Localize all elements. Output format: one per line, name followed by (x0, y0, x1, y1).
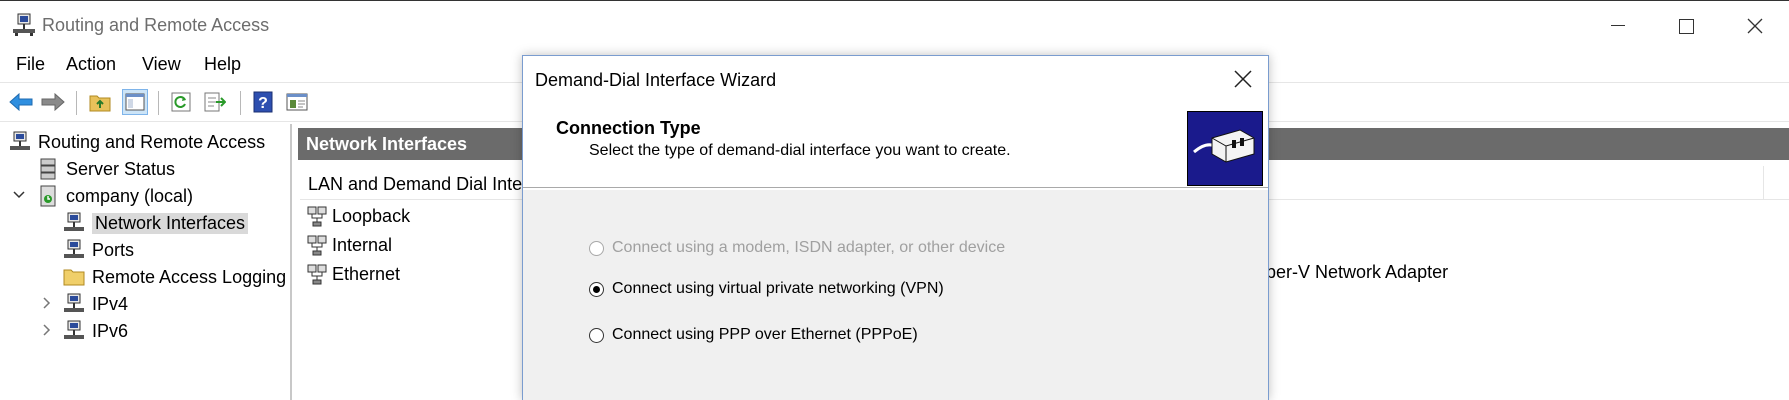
rras-app-icon (12, 13, 36, 37)
chevron-right-icon[interactable] (40, 296, 54, 310)
help-icon[interactable]: ? (250, 89, 276, 115)
console-tree: Routing and Remote Access Server Status … (0, 124, 292, 400)
network-interface-icon (307, 206, 327, 227)
folder-icon (62, 265, 86, 289)
network-interface-icon (307, 235, 327, 256)
network-interface-icon (307, 264, 327, 285)
menu-help[interactable]: Help (204, 54, 241, 75)
console-icon[interactable] (284, 89, 310, 115)
maximize-button[interactable] (1656, 9, 1716, 43)
tree-item-ipv6[interactable]: IPv6 (62, 319, 128, 343)
back-icon[interactable] (8, 89, 34, 115)
tree-item-network-interfaces[interactable]: Network Interfaces (62, 211, 249, 235)
wizard-header-divider (523, 187, 1268, 189)
ports-icon (62, 238, 86, 262)
list-item[interactable]: Internal (306, 233, 392, 257)
interface-name: Loopback (332, 205, 411, 226)
refresh-icon[interactable] (168, 89, 194, 115)
radio-modem-option[interactable]: Connect using a modem, ISDN adapter, or … (589, 239, 1005, 257)
radio-pppoe-option[interactable]: Connect using PPP over Ethernet (PPPoE) (589, 326, 918, 344)
rras-server-icon (8, 130, 32, 154)
wizard-body: Connect using a modem, ISDN adapter, or … (523, 190, 1268, 400)
svg-text:?: ? (258, 95, 268, 112)
column-divider[interactable] (1763, 166, 1764, 200)
server-status-icon (36, 157, 60, 181)
minimize-button[interactable] (1588, 9, 1648, 43)
up-folder-icon[interactable] (87, 89, 113, 115)
radio-button[interactable] (589, 281, 604, 297)
radio-label: Connect using a modem, ISDN adapter, or … (612, 239, 1006, 256)
radio-vpn-option[interactable]: Connect using virtual private networking… (589, 280, 944, 298)
wizard-heading: Connection Type (556, 118, 701, 138)
device-name-text: per-V Network Adapter (1266, 262, 1449, 282)
radio-label: Connect using virtual private networking… (612, 280, 944, 297)
tree-item-server[interactable]: company (local) (36, 184, 193, 208)
window-title: Routing and Remote Access (42, 15, 270, 35)
menu-action[interactable]: Action (66, 54, 116, 75)
wizard-network-cable-icon (1187, 111, 1263, 186)
title-bar: Routing and Remote Access (0, 0, 1789, 50)
export-list-icon[interactable] (202, 89, 228, 115)
demand-dial-wizard-dialog: Demand-Dial Interface Wizard Connection … (522, 55, 1269, 400)
results-pane-title: Network Interfaces (306, 134, 468, 154)
chevron-right-icon[interactable] (40, 323, 54, 337)
forward-icon[interactable] (40, 89, 66, 115)
wizard-subtitle: Select the type of demand-dial interface… (589, 142, 1011, 159)
radio-button[interactable] (589, 240, 604, 256)
tree-item-ipv4[interactable]: IPv4 (62, 292, 128, 316)
network-interfaces-icon (62, 211, 86, 235)
column-lan-demand-dial[interactable]: LAN and Demand Dial Inter (308, 174, 528, 195)
dialog-title: Demand-Dial Interface Wizard (535, 70, 777, 90)
ipv4-icon (62, 292, 86, 316)
ipv6-icon (62, 319, 86, 343)
tree-item-ports[interactable]: Ports (62, 238, 134, 262)
toolbar-separator (240, 91, 241, 115)
radio-label: Connect using PPP over Ethernet (PPPoE) (612, 326, 918, 343)
list-item[interactable]: Ethernet (306, 262, 400, 286)
toolbar-separator (158, 91, 159, 115)
interface-name: Internal (332, 234, 393, 255)
tree-item-root[interactable]: Routing and Remote Access (8, 130, 265, 154)
show-hide-tree-icon[interactable] (122, 89, 148, 115)
close-window-button[interactable] (1725, 9, 1785, 43)
server-icon (36, 184, 60, 208)
menu-view[interactable]: View (142, 54, 181, 75)
chevron-down-icon[interactable] (12, 188, 26, 202)
radio-button[interactable] (589, 327, 604, 343)
tree-item-remote-access-logging[interactable]: Remote Access Logging (62, 265, 286, 289)
toolbar-separator (76, 91, 77, 115)
tree-item-server-status[interactable]: Server Status (36, 157, 175, 181)
interface-name: Ethernet (332, 263, 401, 284)
list-item[interactable]: Loopback (306, 204, 410, 228)
menu-file[interactable]: File (16, 54, 45, 75)
close-icon[interactable] (1228, 64, 1258, 94)
